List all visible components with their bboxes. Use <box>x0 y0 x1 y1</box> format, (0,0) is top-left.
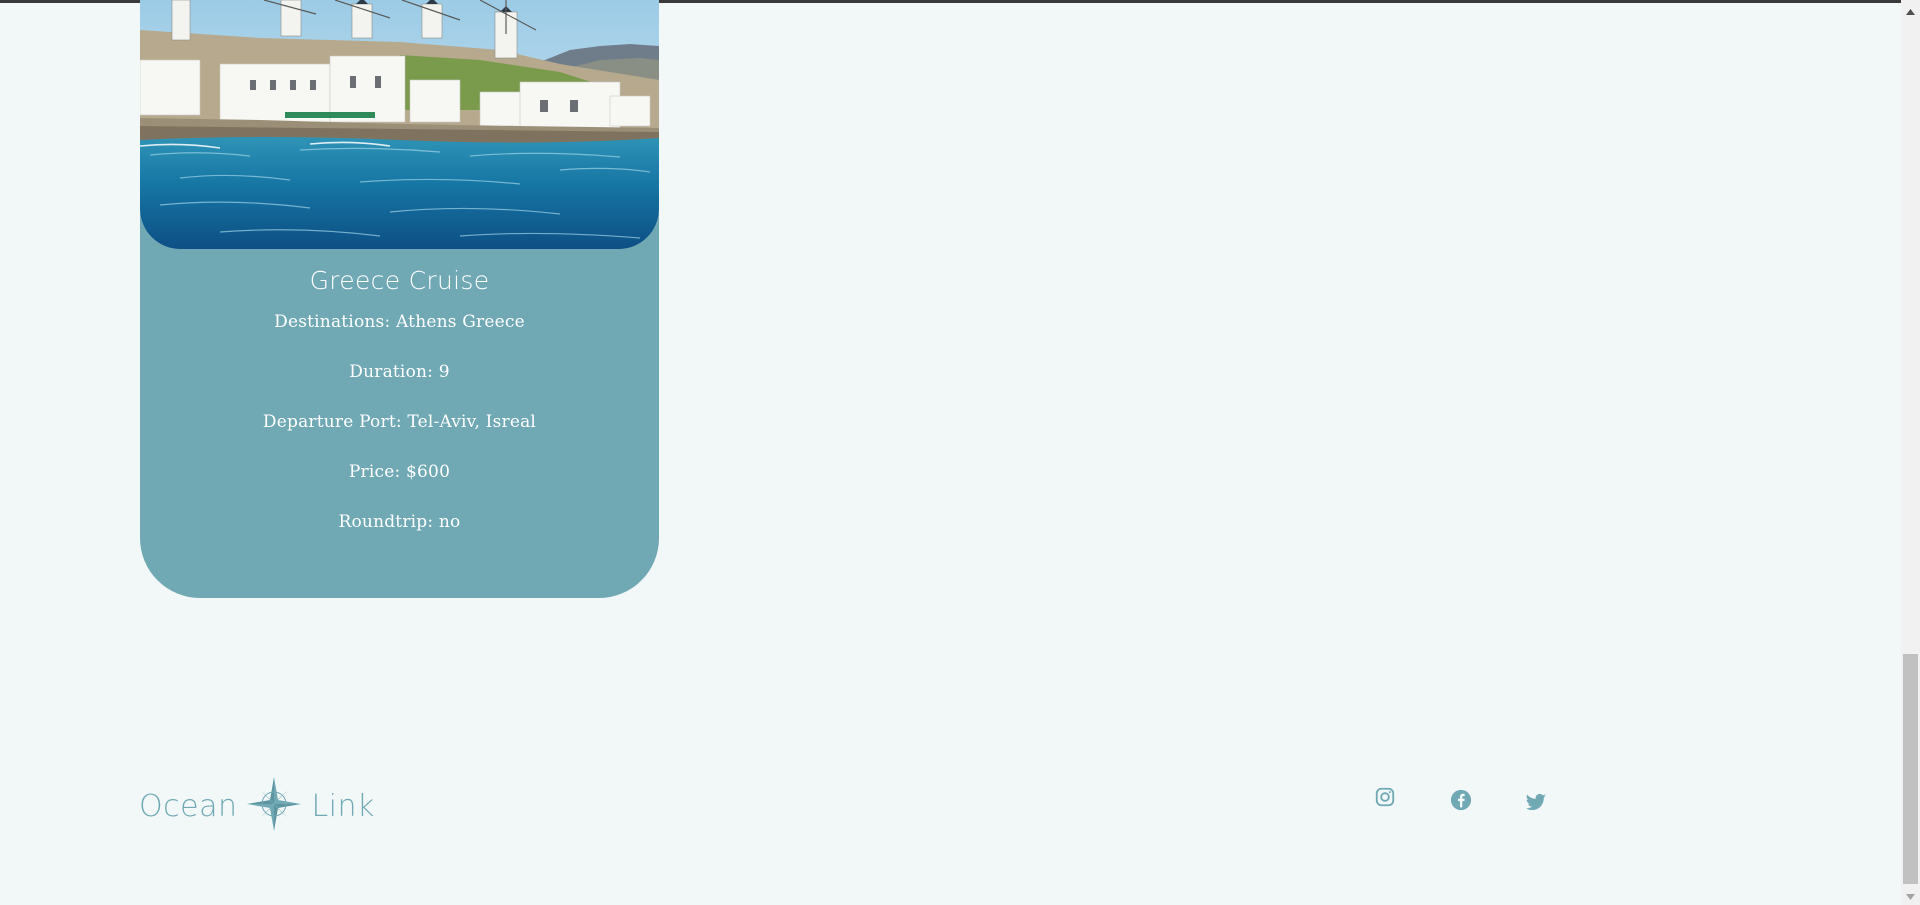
page: Greece Cruise Destinations: Athens Greec… <box>0 0 1920 905</box>
scroll-up-arrow-icon[interactable] <box>1901 3 1920 20</box>
twitter-icon[interactable] <box>1525 793 1551 819</box>
footer-logo[interactable]: Ocean Link <box>139 777 375 835</box>
cruise-title: Greece Cruise <box>309 266 490 295</box>
mykonos-illustration <box>140 0 659 249</box>
instagram-icon[interactable] <box>1374 786 1400 812</box>
vertical-scrollbar[interactable] <box>1901 0 1920 905</box>
cruise-duration: Duration: 9 <box>349 362 450 382</box>
scrollbar-thumb[interactable] <box>1903 654 1918 884</box>
cruise-departure-port: Departure Port: Tel-Aviv, Isreal <box>262 412 537 432</box>
cruise-roundtrip: Roundtrip: no <box>338 512 461 532</box>
cruise-destinations: Destinations: Athens Greece <box>274 312 525 332</box>
cruise-image <box>140 0 659 249</box>
facebook-icon[interactable] <box>1450 789 1476 815</box>
logo-text-link: Link <box>311 788 375 824</box>
logo-text-ocean: Ocean <box>139 788 238 824</box>
cruise-price: Price: $600 <box>348 462 451 482</box>
scroll-down-arrow-icon[interactable] <box>1901 888 1920 905</box>
cruise-card[interactable]: Greece Cruise Destinations: Athens Greec… <box>140 0 659 598</box>
compass-rose-icon <box>247 777 302 835</box>
